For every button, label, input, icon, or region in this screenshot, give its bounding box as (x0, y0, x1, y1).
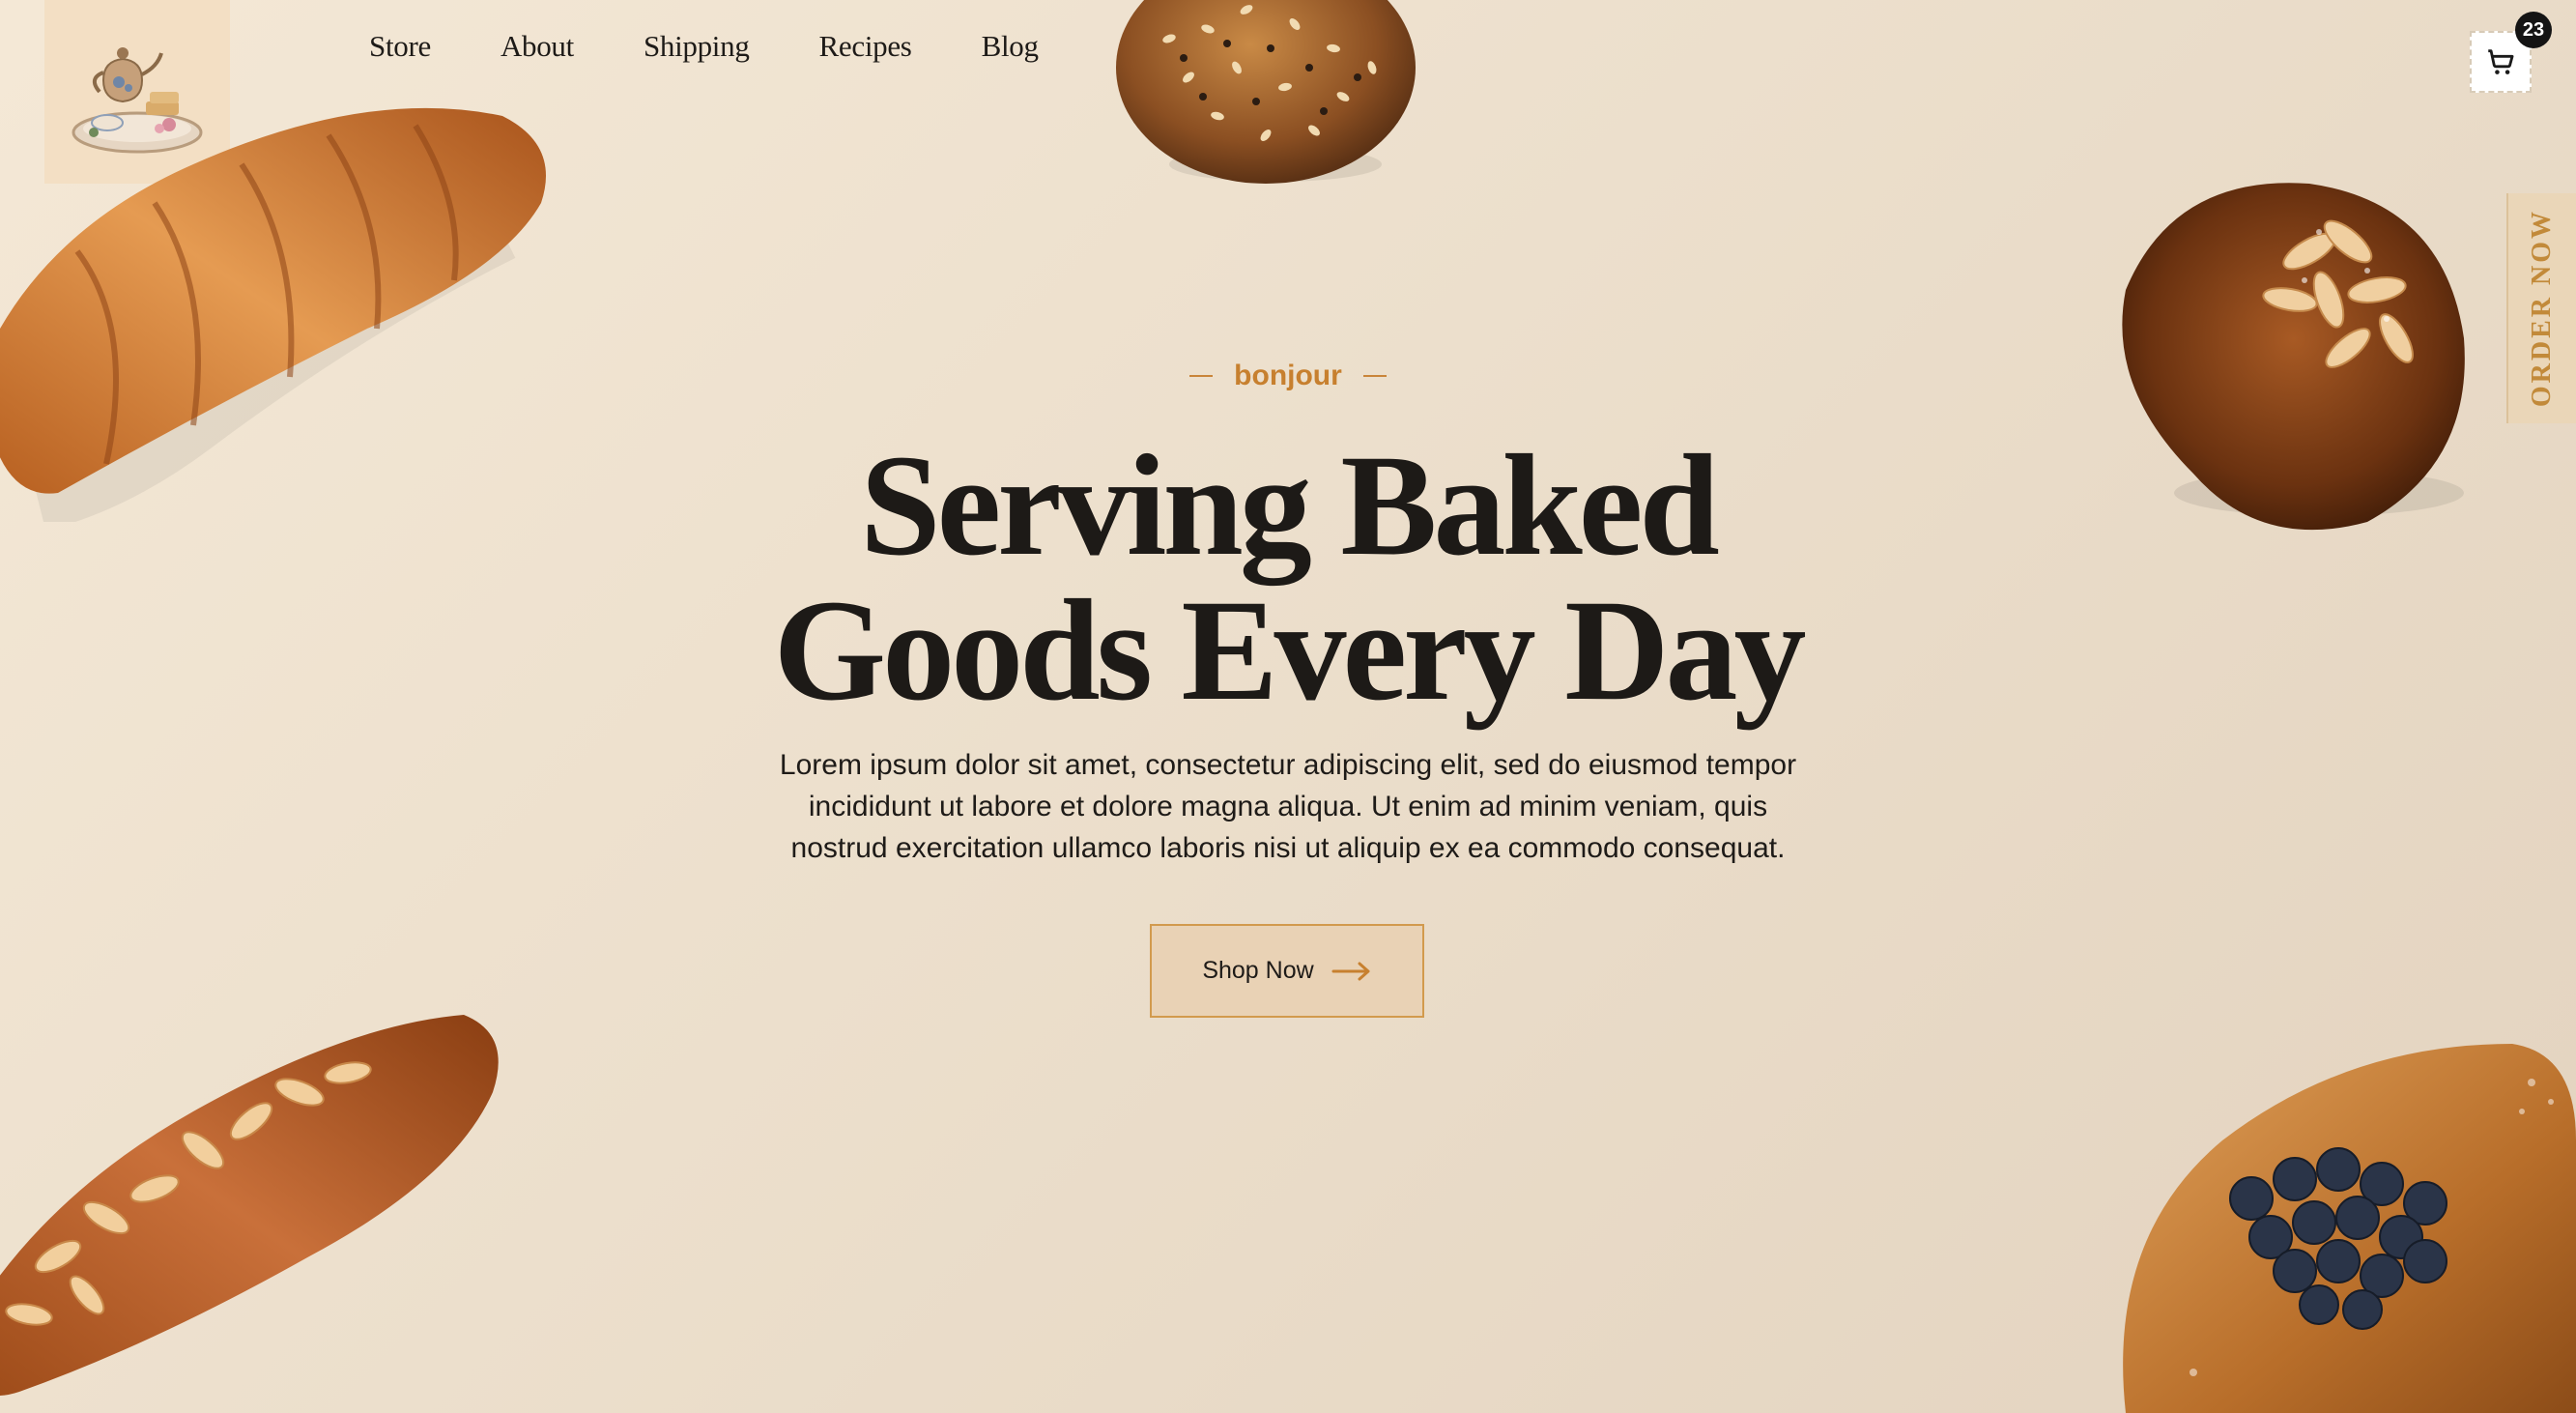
cart-icon (2488, 49, 2514, 74)
shop-now-label: Shop Now (1202, 957, 1314, 984)
nav-item-shipping[interactable]: Shipping (644, 29, 750, 64)
shop-now-button[interactable]: Shop Now (1150, 924, 1424, 1018)
headline-line-1: Serving Baked (860, 425, 1720, 586)
nav-item-about[interactable]: About (501, 29, 574, 64)
eyebrow-text: bonjour (1234, 360, 1342, 391)
almond-croissant-image (0, 1015, 499, 1396)
eyebrow-dash-right (1362, 375, 1387, 377)
nav-item-store[interactable]: Store (369, 29, 431, 64)
cart-count-badge: 23 (2515, 12, 2552, 48)
arrow-right-icon (1331, 962, 1370, 980)
nav-item-blog[interactable]: Blog (982, 29, 1039, 64)
headline-line-2-regular: Goods (773, 570, 1182, 731)
hero-headline: Serving Baked Goods Every Day (0, 433, 2576, 723)
main-nav: Store About Shipping Recipes Blog (369, 29, 1039, 64)
nav-item-recipes[interactable]: Recipes (819, 29, 912, 64)
headline-line-2: Goods Every Day (0, 578, 2576, 723)
hero-description: Lorem ipsum dolor sit amet, consectetur … (779, 749, 1797, 864)
eyebrow-dash-left (1189, 375, 1214, 377)
hero-eyebrow: bonjour (0, 360, 2576, 392)
blueberry-pastry-image (2123, 1044, 2576, 1413)
headline-line-2-bold: Every Day (1181, 570, 1806, 731)
seeded-bun-image (1116, 0, 1416, 184)
